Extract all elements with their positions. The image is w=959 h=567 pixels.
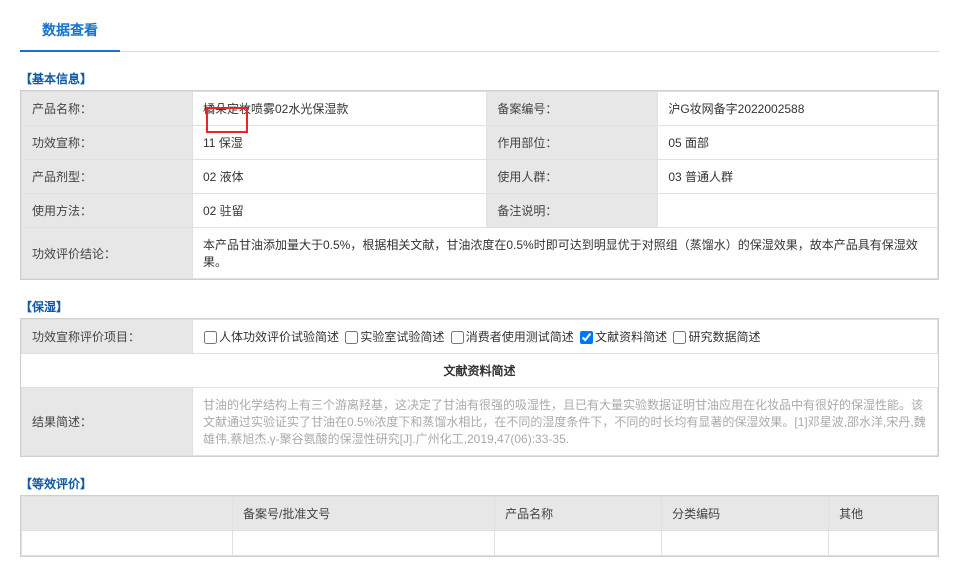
label-conclusion: 功效评价结论： bbox=[22, 228, 193, 279]
value-part: 05 面部 bbox=[658, 126, 938, 160]
label-result: 结果简述： bbox=[22, 388, 193, 456]
opt-lab[interactable]: 实验室试验简述 bbox=[344, 330, 444, 344]
opt-consumer-label: 消费者使用测试简述 bbox=[466, 330, 574, 344]
label-note: 备注说明： bbox=[487, 194, 658, 228]
eval-items-row: 人体功效评价试验简述 实验室试验简述 消费者使用测试简述 文献资料简述 研究数据… bbox=[193, 320, 938, 354]
opt-literature[interactable]: 文献资料简述 bbox=[579, 330, 667, 344]
value-method: 02 驻留 bbox=[193, 194, 487, 228]
label-product-name: 产品名称： bbox=[22, 92, 193, 126]
literature-subheader: 文献资料简述 bbox=[22, 354, 938, 388]
section-title-eq: 【等效评价】 bbox=[20, 475, 939, 492]
eq-cell bbox=[829, 531, 938, 556]
label-method: 使用方法： bbox=[22, 194, 193, 228]
label-efficacy: 功效宣称： bbox=[22, 126, 193, 160]
checkbox-research[interactable] bbox=[673, 331, 686, 344]
label-record-no: 备案编号： bbox=[487, 92, 658, 126]
value-record-no: 沪G妆网备字2022002588 bbox=[658, 92, 938, 126]
eq-cell bbox=[22, 531, 233, 556]
eq-header-other: 其他 bbox=[829, 497, 938, 531]
label-form: 产品剂型： bbox=[22, 160, 193, 194]
eq-header-blank bbox=[22, 497, 233, 531]
section-title-basic: 【基本信息】 bbox=[20, 70, 939, 87]
eq-cell bbox=[233, 531, 495, 556]
opt-research[interactable]: 研究数据简述 bbox=[672, 330, 760, 344]
section-title-moist: 【保湿】 bbox=[20, 298, 939, 315]
value-result: 甘油的化学结构上有三个游离羟基，这决定了甘油有很强的吸湿性，且已有大量实验数据证… bbox=[193, 388, 938, 456]
opt-consumer[interactable]: 消费者使用测试简述 bbox=[450, 330, 574, 344]
opt-literature-label: 文献资料简述 bbox=[595, 330, 667, 344]
eq-header-code: 分类编码 bbox=[662, 497, 829, 531]
label-population: 使用人群： bbox=[487, 160, 658, 194]
opt-research-label: 研究数据简述 bbox=[688, 330, 760, 344]
opt-lab-label: 实验室试验简述 bbox=[360, 330, 444, 344]
tab-data-view[interactable]: 数据查看 bbox=[20, 10, 120, 52]
label-part: 作用部位： bbox=[487, 126, 658, 160]
highlight-mark bbox=[206, 107, 248, 133]
value-conclusion: 本产品甘油添加量大于0.5%，根据相关文献，甘油浓度在0.5%时即可达到明显优于… bbox=[193, 228, 938, 279]
checkbox-lab[interactable] bbox=[345, 331, 358, 344]
opt-human[interactable]: 人体功效评价试验简述 bbox=[203, 330, 339, 344]
value-form: 02 液体 bbox=[193, 160, 487, 194]
checkbox-human[interactable] bbox=[204, 331, 217, 344]
eq-cell bbox=[495, 531, 662, 556]
eq-cell bbox=[662, 531, 829, 556]
checkbox-consumer[interactable] bbox=[451, 331, 464, 344]
eq-header-recordno: 备案号/批准文号 bbox=[233, 497, 495, 531]
eq-header-productname: 产品名称 bbox=[495, 497, 662, 531]
checkbox-literature[interactable] bbox=[580, 331, 593, 344]
label-eval-items: 功效宣称评价项目： bbox=[22, 320, 193, 354]
opt-human-label: 人体功效评价试验简述 bbox=[219, 330, 339, 344]
value-note bbox=[658, 194, 938, 228]
value-population: 03 普通人群 bbox=[658, 160, 938, 194]
